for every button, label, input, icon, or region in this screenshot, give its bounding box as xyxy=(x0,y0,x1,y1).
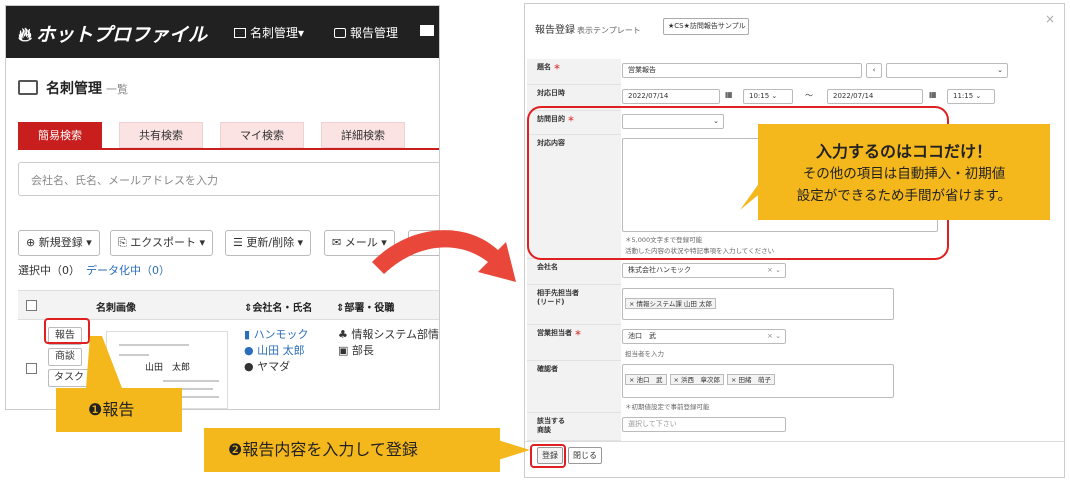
building-icon: ▮ xyxy=(244,328,254,341)
edit-icon xyxy=(334,28,346,38)
export-icon: ⎘ xyxy=(118,236,131,249)
card-icon: ▣ xyxy=(338,344,352,357)
org-icon: ♣ xyxy=(338,328,352,341)
person-link[interactable]: ● 山田 太郎 xyxy=(244,342,305,358)
calendar-icon[interactable]: ▦ xyxy=(725,90,733,99)
label-company: 会社名 xyxy=(527,259,621,285)
search-input[interactable]: 会社名、氏名、メールアドレスを入力 xyxy=(18,162,439,196)
flame-icon: 🔥︎ xyxy=(18,24,32,46)
start-date-input[interactable]: 2022/07/14 xyxy=(622,89,720,104)
sales-select[interactable]: 池口 武 × ⌄ xyxy=(622,329,786,344)
update-delete-button[interactable]: ☰ 更新/削除 ▾ xyxy=(225,230,312,256)
end-date-input[interactable]: 2022/07/14 xyxy=(827,89,923,104)
calendar-icon[interactable]: ▦ xyxy=(929,90,937,99)
dept-text: ♣ 情報システム部情 xyxy=(338,328,440,341)
nav-namecard[interactable]: 名刺管理▾ xyxy=(234,24,304,41)
sales-hint: 担当者を入力 xyxy=(625,350,664,358)
company-link[interactable]: ▮ ハンモック xyxy=(244,326,309,342)
label-subject: 題名 ＊ xyxy=(527,59,621,85)
chevron-down-icon: ⌄ xyxy=(997,66,1003,74)
range-separator: 〜 xyxy=(805,91,813,100)
approver-chip[interactable]: × 池口 武 xyxy=(625,374,667,385)
callout-line2: 設定ができるため手間が省けます。 xyxy=(796,188,1012,204)
tab-simple-search[interactable]: 簡易検索 xyxy=(18,122,102,148)
tab-my-search[interactable]: マイ検索 xyxy=(220,122,304,148)
callout-step2: ❷報告内容を入力して登録 xyxy=(204,428,500,472)
row-checkbox[interactable] xyxy=(26,363,37,374)
footer-divider xyxy=(525,441,1064,442)
export-button[interactable]: ⎘ エクスポート ▾ xyxy=(110,230,213,256)
select-all-checkbox[interactable] xyxy=(26,300,37,311)
callout2-pointer xyxy=(498,440,530,460)
selection-status: 選択中（0） データ化中（0） xyxy=(18,264,170,277)
approver-multiselect[interactable]: × 池口 武 × 浜西 章次郎 × 田緒 萌子 xyxy=(622,364,894,398)
card-person-name: 山田 太郎 xyxy=(145,363,191,373)
user-icon: ● xyxy=(244,344,258,357)
title-text: ▣ 部長 xyxy=(338,344,374,357)
callout-title: 入力するのはココだけ！ xyxy=(815,142,992,161)
contact-multiselect[interactable]: × 情報システム課 山田 太郎 xyxy=(622,288,894,320)
contact-chip[interactable]: × 情報システム課 山田 太郎 xyxy=(625,298,716,309)
nav-report[interactable]: 報告管理 xyxy=(334,24,398,41)
tab-shared-search[interactable]: 共有検索 xyxy=(119,122,203,148)
subject-select[interactable]: ⌄ xyxy=(886,63,1008,78)
start-time-select[interactable]: 10:15 ⌄ xyxy=(743,89,793,104)
mail-icon: ✉ xyxy=(332,236,345,249)
list-icon: ☰ xyxy=(233,236,247,249)
briefcase-icon[interactable] xyxy=(420,24,438,38)
col-company-name[interactable]: ⇕会社名・氏名 xyxy=(244,299,312,314)
new-register-button[interactable]: ⊕ 新規登録 ▾ xyxy=(18,230,100,256)
approver-hint: ＊初期値設定で事前登録可能 xyxy=(625,403,710,411)
top-nav-bar: 🔥︎ ホットプロファイル 名刺管理▾ 報告管理 xyxy=(6,6,439,58)
deal-input[interactable]: 選択して下さい xyxy=(622,417,786,432)
namecard-icon xyxy=(18,80,38,95)
subject-input[interactable]: 営業報告 xyxy=(622,63,862,78)
callout-input-note: 入力するのはココだけ！ その他の項目は自動挿入・初期値 設定ができるため手間が省… xyxy=(758,124,1050,220)
approver-chip[interactable]: × 浜西 章次郎 xyxy=(669,374,725,385)
app-logo[interactable]: 🔥︎ ホットプロファイル xyxy=(18,20,207,47)
template-select[interactable]: ★CS★訪問報告サンプル【削除 xyxy=(663,18,749,35)
transition-arrow-icon xyxy=(372,230,516,282)
close-icon[interactable]: × xyxy=(1045,12,1055,26)
dataize-link[interactable]: データ化中（0） xyxy=(86,264,170,277)
label-approver: 確認者 xyxy=(527,361,621,413)
end-time-select[interactable]: 11:15 ⌄ xyxy=(947,89,995,104)
label-contact: 相手先担当者 (リード) xyxy=(527,285,621,325)
plus-circle-icon: ⊕ xyxy=(26,236,39,249)
company-select[interactable]: 株式会社ハンモック × ⌄ xyxy=(622,263,786,278)
callout-step1: ❶報告 xyxy=(56,388,182,432)
page-title: 名刺管理 一覧 xyxy=(18,78,128,98)
person-kana: ● ヤマダ xyxy=(244,360,291,373)
tab-detail-search[interactable]: 詳細検索 xyxy=(321,122,405,148)
dialog-title: 報告登録 表示テンプレート xyxy=(535,25,641,36)
callout1-pointer xyxy=(86,336,122,388)
register-highlight xyxy=(530,444,566,468)
close-button[interactable]: 閉じる xyxy=(568,447,602,464)
user-icon: ● xyxy=(244,360,258,373)
card-icon xyxy=(234,28,246,38)
approver-chip[interactable]: × 田緒 萌子 xyxy=(727,374,776,385)
callout-line1: その他の項目は自動挿入・初期値 xyxy=(802,166,1006,182)
label-sales: 営業担当者 ＊ xyxy=(527,325,621,361)
tab-underline xyxy=(18,148,439,150)
label-deal: 該当する 商談 xyxy=(527,413,621,441)
col-dept-title[interactable]: ⇕部署・役職 xyxy=(336,299,394,314)
subject-prev-button[interactable]: ‹ xyxy=(866,63,882,78)
col-image[interactable]: 名刺画像 xyxy=(96,299,136,314)
